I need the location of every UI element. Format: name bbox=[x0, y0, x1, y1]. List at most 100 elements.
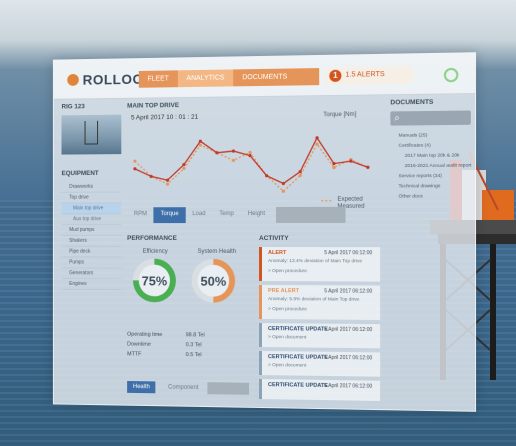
activity-text: Anomaly: 13.4% deviation of Main Top dri… bbox=[267, 259, 363, 265]
data-point-expected bbox=[298, 173, 302, 178]
document-item[interactable]: Service reports (34) bbox=[390, 172, 475, 183]
main-nav: FLEET ANALYTICS DOCUMENTS bbox=[138, 68, 320, 88]
activity-type: PRE ALERT bbox=[267, 288, 300, 295]
activity-link[interactable]: > Open document bbox=[268, 363, 306, 369]
search-icon: ⌕ bbox=[394, 112, 400, 123]
tab-placeholder bbox=[276, 206, 346, 223]
document-search[interactable]: ⌕ bbox=[390, 110, 471, 126]
document-item[interactable]: Other docs bbox=[390, 192, 475, 202]
data-point-measured bbox=[232, 149, 236, 154]
activity-card-certificate[interactable]: CERTIFICATE UPDATE 5 April 2017 06:12:00… bbox=[259, 322, 381, 349]
data-point-expected bbox=[332, 165, 336, 170]
activity-card-certificate[interactable]: CERTIFICATE UPDATE 5 April 2017 06:12:00 bbox=[259, 378, 381, 402]
chart-datetime: 5 April 2017 10 : 01 : 21 bbox=[131, 113, 199, 122]
health-value: 50% bbox=[200, 273, 227, 289]
series-line-measured bbox=[135, 137, 368, 184]
tab-documents[interactable]: DOCUMENTS bbox=[233, 68, 296, 86]
equipment-item[interactable]: Pipe deck bbox=[61, 246, 122, 258]
legend-expected: Expected bbox=[337, 196, 363, 203]
tab-load[interactable]: Load bbox=[185, 207, 212, 223]
data-point-measured bbox=[198, 139, 202, 143]
component-button[interactable]: Component bbox=[162, 382, 204, 395]
alerts-label: 1.5 ALERTS bbox=[345, 71, 385, 79]
tab-rpm[interactable]: RPM bbox=[127, 207, 154, 223]
alert-icon: 1 bbox=[329, 69, 342, 82]
document-item[interactable]: 2017 Main top 20k & 20k bbox=[390, 151, 475, 162]
activity-type: CERTIFICATE UPDATE bbox=[267, 326, 328, 333]
equipment-item[interactable]: Top drive bbox=[61, 192, 122, 204]
equipment-title: EQUIPMENT bbox=[61, 170, 99, 178]
equipment-item[interactable]: Shakers bbox=[61, 235, 122, 247]
equipment-list: Drawworks Top drive Main top drive Aux t… bbox=[61, 181, 122, 291]
placeholder-button bbox=[207, 382, 250, 395]
activity-date: 5 April 2017 06:12:00 bbox=[324, 288, 373, 295]
data-point-measured bbox=[298, 170, 302, 174]
tab-height[interactable]: Height bbox=[241, 207, 272, 223]
activity-link[interactable]: > Open document bbox=[268, 335, 306, 340]
activity-card-alert[interactable]: ALERT 5 April 2017 06:12:00 Anomaly: 13.… bbox=[259, 246, 381, 282]
status-ring-icon[interactable] bbox=[443, 67, 459, 83]
health-gauge: 50% bbox=[191, 258, 236, 303]
data-point-measured bbox=[133, 167, 137, 171]
activity-date: 5 April 2017 06:12:00 bbox=[324, 354, 373, 362]
tab-analytics[interactable]: ANALYTICS bbox=[177, 69, 234, 88]
activity-link[interactable]: > Open procedure bbox=[268, 307, 307, 312]
health-button[interactable]: Health bbox=[127, 380, 156, 394]
data-point-measured bbox=[248, 154, 252, 158]
activity-card-prealert[interactable]: PRE ALERT 5 April 2017 06:12:00 Anomaly:… bbox=[259, 284, 381, 321]
equipment-item[interactable]: Aux top drive bbox=[61, 214, 122, 226]
data-point-expected bbox=[198, 143, 202, 147]
activity-section: ACTIVITY ALERT 5 April 2017 06:12:00 Ano… bbox=[259, 235, 386, 409]
mttf-value: 0.5 Tel bbox=[185, 352, 202, 359]
performance-section: PERFORMANCE Efficiency System Health 75%… bbox=[127, 234, 250, 405]
alerts-badge[interactable]: 1 1.5 ALERTS bbox=[325, 66, 413, 86]
activity-type: CERTIFICATE UPDATE bbox=[267, 354, 328, 361]
data-point-measured bbox=[182, 163, 186, 167]
efficiency-label: Efficiency bbox=[142, 248, 168, 255]
dashboard-panel: ROLLOOS FLEET ANALYTICS DOCUMENTS 1 1.5 … bbox=[52, 52, 477, 412]
activity-type: CERTIFICATE UPDATE bbox=[267, 382, 328, 390]
equipment-item-selected[interactable]: Main top drive bbox=[61, 203, 122, 215]
data-point-expected bbox=[232, 159, 236, 163]
left-sidebar: RIG 123 EQUIPMENT Drawworks Top drive Ma… bbox=[61, 103, 122, 399]
tab-temp[interactable]: Temp bbox=[212, 207, 240, 223]
equipment-item[interactable]: Mud pumps bbox=[61, 225, 122, 236]
activity-title: ACTIVITY bbox=[259, 234, 289, 243]
equipment-item[interactable]: Generators bbox=[61, 268, 122, 280]
operating-time-label: Operating time bbox=[127, 331, 163, 338]
top-bar: ROLLOOS FLEET ANALYTICS DOCUMENTS 1 1.5 … bbox=[53, 53, 477, 100]
data-point-measured bbox=[315, 136, 319, 140]
document-item[interactable]: Certificates (4) bbox=[390, 141, 475, 152]
activity-link[interactable]: > Open procedure bbox=[268, 269, 307, 274]
tab-fleet[interactable]: FLEET bbox=[139, 70, 178, 87]
documents-list: Manuals (25) Certificates (4) 2017 Main … bbox=[390, 131, 475, 203]
data-point-expected bbox=[165, 182, 170, 186]
activity-date: 5 April 2017 06:12:00 bbox=[324, 382, 373, 390]
equipment-item[interactable]: Pumps bbox=[61, 257, 122, 269]
document-item[interactable]: 2016-2021 Annual audit report bbox=[390, 162, 475, 173]
health-label: System Health bbox=[197, 248, 237, 255]
efficiency-value: 75% bbox=[141, 273, 168, 288]
activity-date: 5 April 2017 06:12:00 bbox=[324, 250, 373, 257]
document-item[interactable]: Manuals (25) bbox=[390, 131, 475, 142]
documents-section: DOCUMENTS ⌕ Manuals (25) Certificates (4… bbox=[390, 98, 475, 272]
chart-title: MAIN TOP DRIVE bbox=[127, 102, 180, 110]
data-point-measured bbox=[149, 174, 153, 179]
rig-thumbnail[interactable] bbox=[61, 114, 122, 155]
performance-title: PERFORMANCE bbox=[127, 234, 177, 242]
rig-thumbnail-structure bbox=[84, 120, 99, 145]
activity-card-certificate[interactable]: CERTIFICATE UPDATE 5 April 2017 06:12:00… bbox=[259, 350, 381, 377]
data-point-measured bbox=[349, 159, 353, 163]
equipment-item[interactable]: Drawworks bbox=[61, 181, 122, 193]
data-point-expected bbox=[315, 142, 319, 146]
downtime-value: 0.3 Tel bbox=[185, 342, 202, 349]
data-point-measured bbox=[216, 151, 220, 156]
equipment-item[interactable]: Engines bbox=[61, 279, 122, 291]
tab-torque[interactable]: Torque bbox=[153, 207, 186, 224]
data-point-measured bbox=[332, 161, 336, 166]
logo-mark-icon bbox=[67, 73, 79, 86]
chart-series-label: Torque [Nm] bbox=[323, 111, 357, 119]
activity-date: 5 April 2017 06:12:00 bbox=[324, 326, 373, 334]
document-item[interactable]: Technical drawings bbox=[390, 182, 475, 193]
downtime-label: Downtime bbox=[127, 341, 151, 348]
